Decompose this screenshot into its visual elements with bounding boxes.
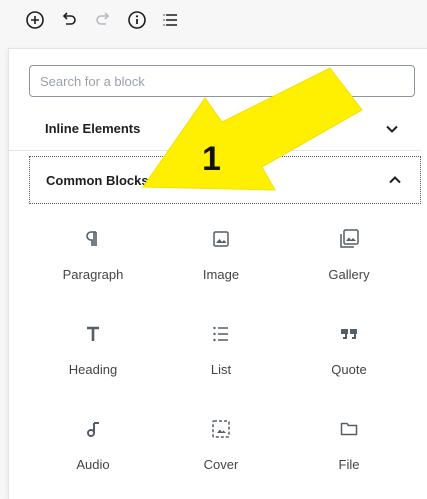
cover-icon	[209, 417, 233, 441]
undo-icon[interactable]	[58, 9, 80, 31]
section-label: Inline Elements	[45, 121, 141, 136]
block-label: Gallery	[328, 267, 370, 282]
file-icon	[337, 417, 361, 441]
annotation-number: 1	[202, 140, 221, 178]
block-label: Audio	[76, 457, 110, 472]
block-cover[interactable]: Cover	[157, 407, 285, 499]
block-label: List	[210, 362, 232, 377]
info-icon[interactable]	[126, 9, 148, 31]
block-paragraph[interactable]: Paragraph	[29, 217, 157, 312]
block-label: Paragraph	[62, 267, 124, 282]
block-audio[interactable]: Audio	[29, 407, 157, 499]
block-search-field[interactable]	[29, 65, 415, 97]
block-list[interactable]: List	[157, 312, 285, 407]
image-icon	[209, 227, 233, 251]
block-gallery[interactable]: Gallery	[285, 217, 413, 312]
chevron-down-icon	[385, 122, 399, 136]
redo-icon[interactable]	[92, 9, 114, 31]
block-image[interactable]: Image	[157, 217, 285, 312]
block-file[interactable]: File	[285, 407, 413, 499]
list-icon	[209, 322, 233, 346]
add-icon[interactable]	[24, 9, 46, 31]
section-label: Common Blocks	[46, 172, 149, 188]
paragraph-icon	[81, 227, 105, 251]
heading-icon	[81, 322, 105, 346]
block-label: Image	[202, 267, 240, 282]
chevron-up-icon	[388, 173, 402, 187]
gallery-icon	[337, 227, 361, 251]
block-heading[interactable]: Heading	[29, 312, 157, 407]
block-quote[interactable]: Quote	[285, 312, 413, 407]
editor-toolbar	[0, 0, 427, 40]
audio-icon	[81, 417, 105, 441]
quote-icon	[337, 322, 361, 346]
block-label: File	[338, 457, 360, 472]
block-label: Heading	[68, 362, 118, 377]
search-input[interactable]	[30, 66, 414, 96]
block-label: Quote	[331, 362, 367, 377]
list-view-icon[interactable]	[160, 9, 182, 31]
block-grid: Paragraph Image Gallery Heading List Quo…	[29, 217, 415, 499]
section-common-blocks[interactable]: Common Blocks	[29, 156, 421, 204]
block-label: Cover	[203, 457, 239, 472]
block-inserter-panel: Inline Elements Common Blocks Paragraph …	[8, 48, 427, 499]
